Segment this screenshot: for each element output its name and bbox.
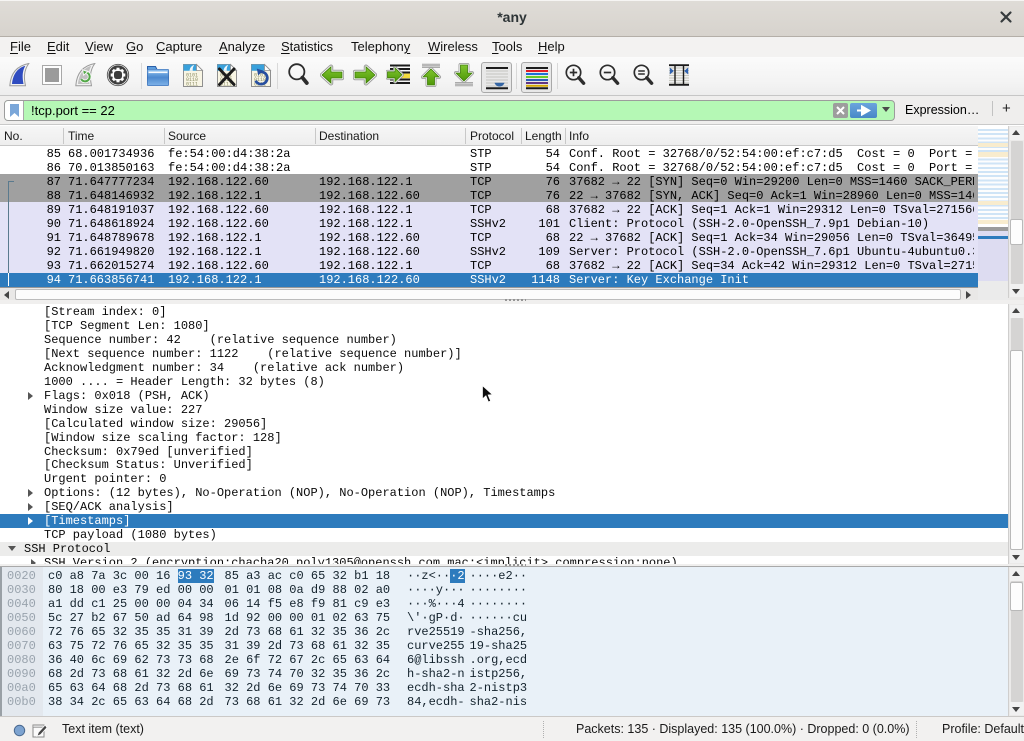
svg-text:0111: 0111	[186, 82, 198, 88]
